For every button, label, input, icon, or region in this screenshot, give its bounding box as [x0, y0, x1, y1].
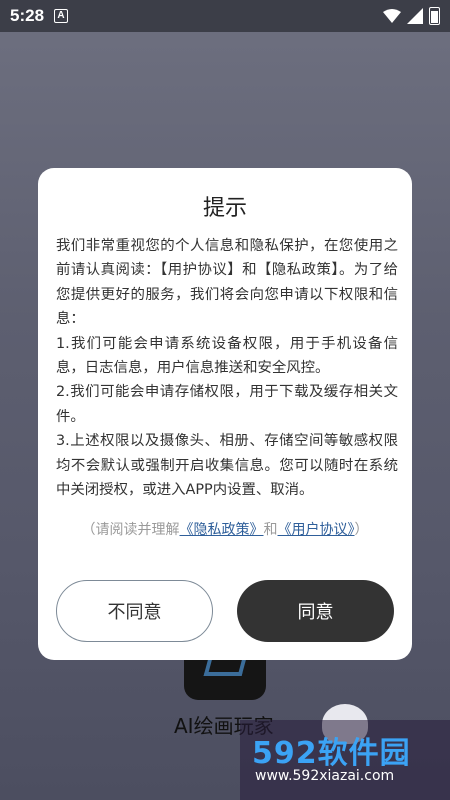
notification-icon: A: [54, 9, 69, 23]
privacy-policy-link[interactable]: 《隐私政策》: [180, 522, 264, 538]
status-icons: [383, 7, 440, 25]
battery-icon: [429, 7, 440, 25]
hint-suffix: ）: [354, 522, 369, 538]
dialog-paragraph: 我们非常重视您的个人信息和隐私保护，在您使用之前请认真阅读：【用护协议】和【隐私…: [56, 238, 398, 328]
hint-and: 和: [263, 522, 278, 538]
signal-icon: [407, 8, 423, 24]
dialog-paragraph: 2.我们可能会申请存储权限，用于下载及缓存相关文件。: [56, 384, 398, 425]
read-hint: （请阅读并理解《隐私政策》和《用户协议》）: [38, 519, 412, 539]
wifi-icon: [383, 9, 401, 23]
user-agreement-link[interactable]: 《用户协议》: [278, 522, 355, 538]
watermark-logo: 592软件园: [252, 736, 411, 771]
watermark-url: www.592xiazai.com: [255, 768, 395, 784]
status-bar: 5:28 A: [0, 0, 450, 32]
dialog-body: 我们非常重视您的个人信息和隐私保护，在您使用之前请认真阅读：【用护协议】和【隐私…: [56, 234, 398, 502]
agree-button[interactable]: 同意: [237, 580, 394, 642]
dialog-paragraph: 1.我们可能会申请系统设备权限，用于手机设备信息，日志信息，用户信息推送和安全风…: [56, 335, 398, 377]
hint-prefix: （请阅读并理解: [81, 522, 180, 538]
privacy-dialog: 提示 我们非常重视您的个人信息和隐私保护，在您使用之前请认真阅读：【用护协议】和…: [38, 168, 412, 660]
dialog-title: 提示: [202, 196, 247, 221]
dialog-paragraph: 3.上述权限以及摄像头、相册、存储空间等敏感权限均不会默认或强制开启收集信息。您…: [56, 433, 398, 499]
status-time: 5:28: [10, 6, 45, 25]
disagree-button[interactable]: 不同意: [56, 580, 213, 642]
